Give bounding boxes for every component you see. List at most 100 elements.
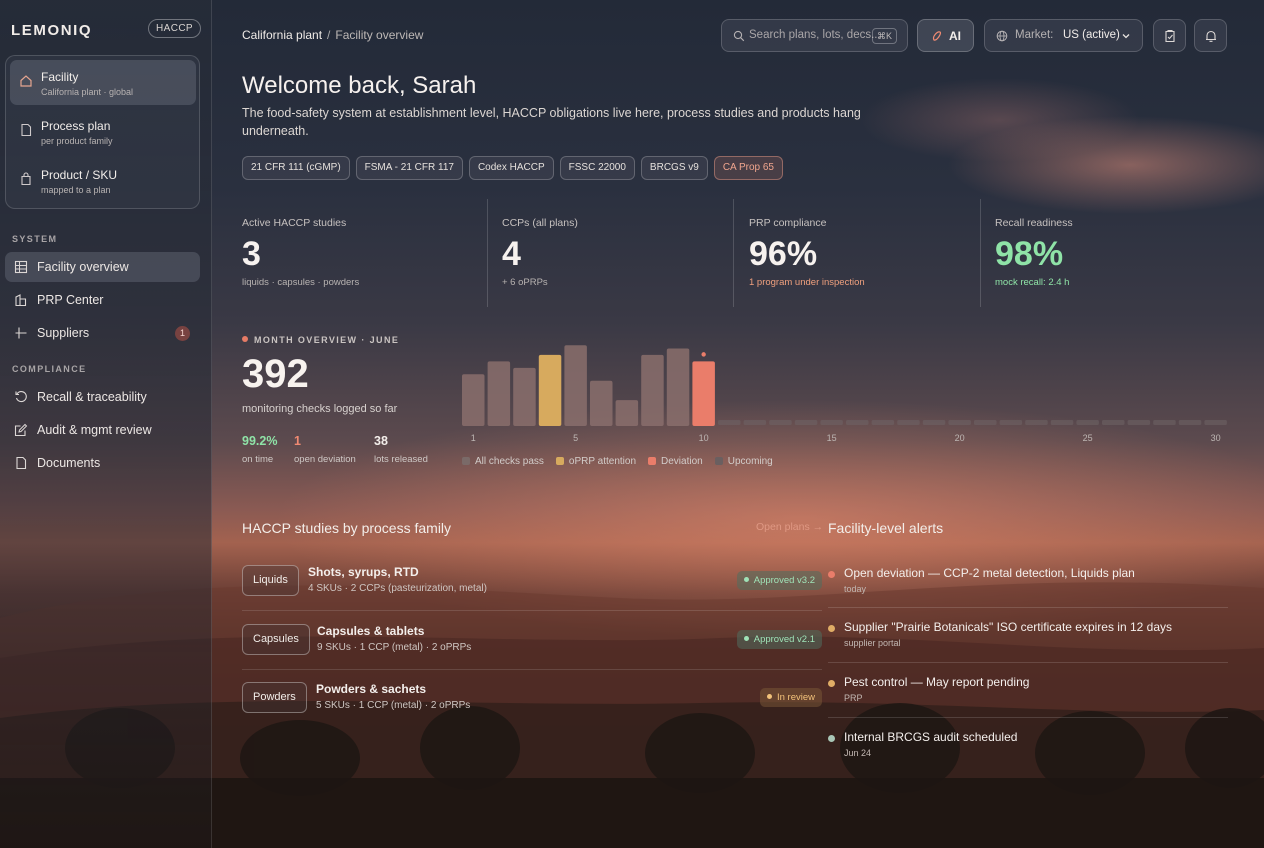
chart-bar-day-9 [666,348,690,426]
alert-meta: supplier portal [844,638,901,648]
row-divider [828,607,1228,608]
study-meta: 5 SKUs · 1 CCP (metal) · 2 oPRPs [316,700,471,711]
alert-item[interactable]: Internal BRCGS audit scheduled Jun 24 [828,730,1228,780]
legend-item: oPRP attention [555,456,636,467]
chart-bar-day-25 [1076,420,1099,425]
legend-item: Deviation [648,456,703,467]
chart-bar-day-20 [948,420,971,425]
month-stat-label: lots released [374,454,428,465]
x-tick-label: 25 [1083,433,1093,443]
status-dot [242,336,248,342]
standard-chip[interactable]: FSMA - 21 CFR 117 [355,156,463,180]
alerts-title: Facility-level alerts [828,520,944,536]
kpi-value: 98% [995,235,1064,273]
chart-bar-day-22 [999,420,1023,425]
alert-dot [828,680,835,687]
legend-item: All checks pass [462,456,544,467]
kpi-value: 4 [502,235,521,273]
month-stat-open-deviation: 1 open deviation [294,434,356,465]
chart-bar-day-13 [769,420,792,425]
chart-bar-day-12 [743,420,767,425]
chart-bar-day-14 [794,420,818,425]
chart-bar-day-4 [538,354,562,426]
study-family-pill[interactable]: Liquids [242,565,299,596]
study-title: Capsules & tablets [317,624,425,638]
chart-bar-day-10 [692,361,715,426]
chart-bar-day-27 [1127,420,1151,425]
alert-item[interactable]: Open deviation — CCP-2 metal detection, … [828,566,1228,616]
status-badge: Approved v3.2 [736,571,822,590]
page-title: Welcome back, Sarah [242,72,477,99]
x-tick-label: 15 [827,433,837,443]
chart-bar-day-3 [513,367,536,426]
chart-bar-day-30 [1204,420,1227,425]
chart-bar-day-8 [641,354,664,426]
chart-legend: All checks pass oPRP attention Deviation… [462,456,773,467]
row-divider [828,717,1228,718]
alert-title: Internal BRCGS audit scheduled [844,730,1018,744]
legend-item: Upcoming [714,456,773,467]
chart-bar-day-29 [1178,420,1202,425]
standard-chip[interactable]: FSSC 22000 [559,156,635,180]
chart-bar-day-6 [590,380,613,426]
kpi-divider [487,199,488,307]
month-overview-title: MONTH OVERVIEW · JUNE [254,335,400,345]
x-tick-label: 30 [1211,433,1221,443]
kpi-sub[interactable]: 1 program under inspection [749,277,865,288]
kpi-label: Recall readiness [995,217,1073,229]
month-stat-label: open deviation [294,454,356,465]
study-title: Powders & sachets [316,682,427,696]
chart-bar-day-28 [1153,420,1176,425]
kpi-label: PRP compliance [749,217,827,229]
alert-dot [828,625,835,632]
kpi-label: CCPs (all plans) [502,217,578,229]
chart-bar-day-21 [974,420,997,425]
page-intro: The food-safety system at establishment … [242,106,861,138]
standard-chip[interactable]: BRCGS v9 [640,156,708,180]
study-meta: 4 SKUs · 2 CCPs (pasteurization, metal) [308,583,487,594]
studies-title: HACCP studies by process family [242,520,452,536]
kpi-label: Active HACCP studies [242,217,347,229]
chart-bar-day-17 [871,420,895,425]
alert-meta: PRP [844,693,863,703]
kpi-sub: + 6 oPRPs [502,277,548,288]
alert-title: Open deviation — CCP-2 metal detection, … [844,566,1135,580]
month-stat-label: on time [242,454,274,465]
alert-meta: today [844,584,867,594]
chart-bar-day-5 [564,345,587,426]
study-family-pill[interactable]: Capsules [242,624,310,655]
x-tick-label: 1 [471,433,476,443]
chart-bar-day-1 [462,374,485,426]
status-badge: In review [759,688,822,707]
standards-chips: 21 CFR 111 (cGMP) FSMA - 21 CFR 117 Code… [242,156,783,180]
month-stat-value: 38 [374,434,388,448]
study-title: Shots, syrups, RTD [308,565,419,579]
row-divider [242,610,822,611]
study-family-pill[interactable]: Powders [242,682,307,713]
month-stat-on-time: 99.2% on time [242,434,277,465]
open-plans-link[interactable]: Open plans → [756,521,823,533]
kpi-value: 3 [242,235,261,273]
study-row-powders[interactable]: Powders Powders & sachets 5 SKUs · 1 CCP… [242,677,822,735]
month-stat-value: 1 [294,434,301,448]
kpi-sub: mock recall: 2.4 h [995,277,1070,288]
alert-title: Pest control — May report pending [844,675,1030,689]
kpi-value: 96% [749,235,818,273]
legend-swatch [648,457,657,465]
month-stat-lots-released: 38 lots released [374,434,428,465]
standard-chip[interactable]: 21 CFR 111 (cGMP) [242,156,350,180]
chart-bar-day-23 [1025,420,1048,425]
x-tick-label: 5 [573,433,578,443]
legend-swatch [714,457,723,465]
standard-chip[interactable]: Codex HACCP [468,156,554,180]
alert-meta: Jun 24 [844,748,872,758]
kpi-sub: liquids · capsules · powders [242,277,360,288]
standard-chip-highlight[interactable]: CA Prop 65 [713,156,783,180]
chart-bar-day-7 [615,400,639,426]
month-total-label: monitoring checks logged so far [242,403,398,415]
x-tick-label: 20 [955,433,965,443]
alert-dot [828,571,835,578]
chart-bar-day-11 [718,420,741,425]
deviation-marker [701,352,706,357]
chart-bar-day-18 [897,420,920,425]
